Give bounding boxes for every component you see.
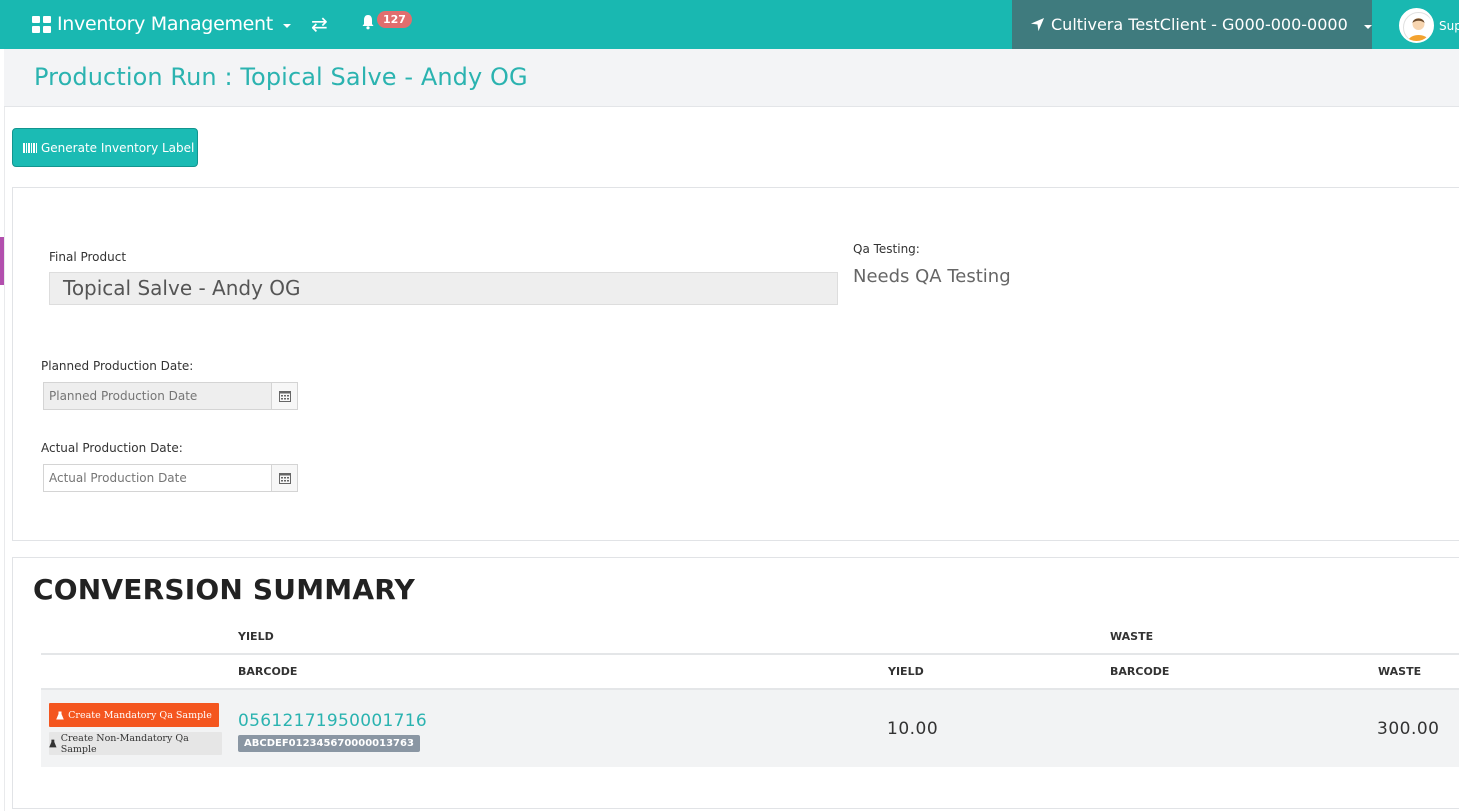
- swap-icon[interactable]: ⇄: [311, 14, 328, 34]
- page-header: Production Run : Topical Salve - Andy OG: [4, 49, 1459, 107]
- qa-testing-value: Needs QA Testing: [853, 266, 1011, 287]
- create-non-mandatory-qa-sample-label: Create Non-Mandatory Qa Sample: [60, 732, 189, 755]
- create-non-mandatory-qa-sample-button[interactable]: Create Non-Mandatory Qa Sample: [49, 732, 222, 755]
- actual-production-date-group: [43, 464, 298, 492]
- generate-inventory-label-button[interactable]: Generate Inventory Label: [12, 128, 198, 167]
- yield-value: 10.00: [887, 719, 939, 739]
- planned-production-date-group: [43, 382, 298, 410]
- planned-production-date-input: [44, 383, 271, 409]
- avatar: [1399, 8, 1434, 43]
- grid-icon: [32, 15, 51, 33]
- generate-inventory-label-text: Generate Inventory Label: [41, 140, 195, 155]
- location-label: Cultivera TestClient - G000-000-0000: [1051, 15, 1348, 34]
- page-title: Production Run : Topical Salve - Andy OG: [34, 63, 528, 91]
- caret-down-icon: [1363, 24, 1372, 29]
- create-mandatory-qa-sample-button[interactable]: Create Mandatory Qa Sample: [49, 703, 219, 727]
- column-header-waste-barcode: BARCODE: [1110, 665, 1170, 678]
- barcode-tag: ABCDEF012345670000013763: [238, 735, 420, 752]
- left-border: [4, 49, 5, 811]
- location-arrow-icon: [1030, 17, 1045, 32]
- user-menu[interactable]: Sup: [1399, 8, 1459, 43]
- top-navbar: Inventory Management ⇄ 127 Cultivera Tes…: [0, 0, 1459, 49]
- qa-testing-label: Qa Testing:: [853, 242, 920, 256]
- notifications-button[interactable]: 127: [361, 10, 412, 30]
- app-menu[interactable]: Inventory Management: [32, 13, 291, 35]
- actual-production-date-input[interactable]: [44, 465, 271, 491]
- location-selector[interactable]: Cultivera TestClient - G000-000-0000: [1012, 0, 1372, 49]
- user-name: Sup: [1439, 18, 1459, 33]
- actual-production-date-label: Actual Production Date:: [41, 441, 183, 455]
- waste-value: 300.00: [1377, 719, 1440, 739]
- group-header-yield: YIELD: [238, 630, 274, 643]
- notification-badge: 127: [377, 10, 412, 28]
- divider: [41, 653, 1459, 655]
- column-header-waste: WASTE: [1378, 665, 1422, 678]
- column-header-yield: YIELD: [888, 665, 924, 678]
- calendar-icon[interactable]: [271, 383, 297, 409]
- final-product-field: Topical Salve - Andy OG: [49, 272, 838, 305]
- group-header-waste: WASTE: [1110, 630, 1154, 643]
- caret-down-icon: [282, 24, 291, 28]
- barcode-icon: [23, 142, 37, 153]
- bell-icon: [362, 15, 374, 30]
- yield-barcode-link[interactable]: 05612171950001716: [238, 711, 427, 731]
- calendar-icon[interactable]: [271, 465, 297, 491]
- planned-production-date-label: Planned Production Date:: [41, 359, 194, 373]
- flask-icon: [49, 739, 57, 748]
- create-mandatory-qa-sample-label: Create Mandatory Qa Sample: [68, 709, 212, 721]
- column-header-yield-barcode: BARCODE: [238, 665, 298, 678]
- app-title: Inventory Management: [57, 13, 273, 35]
- flask-icon: [56, 711, 64, 719]
- side-accent: [0, 237, 4, 285]
- final-product-label: Final Product: [49, 250, 127, 264]
- section-title: CONVERSION SUMMARY: [33, 573, 415, 606]
